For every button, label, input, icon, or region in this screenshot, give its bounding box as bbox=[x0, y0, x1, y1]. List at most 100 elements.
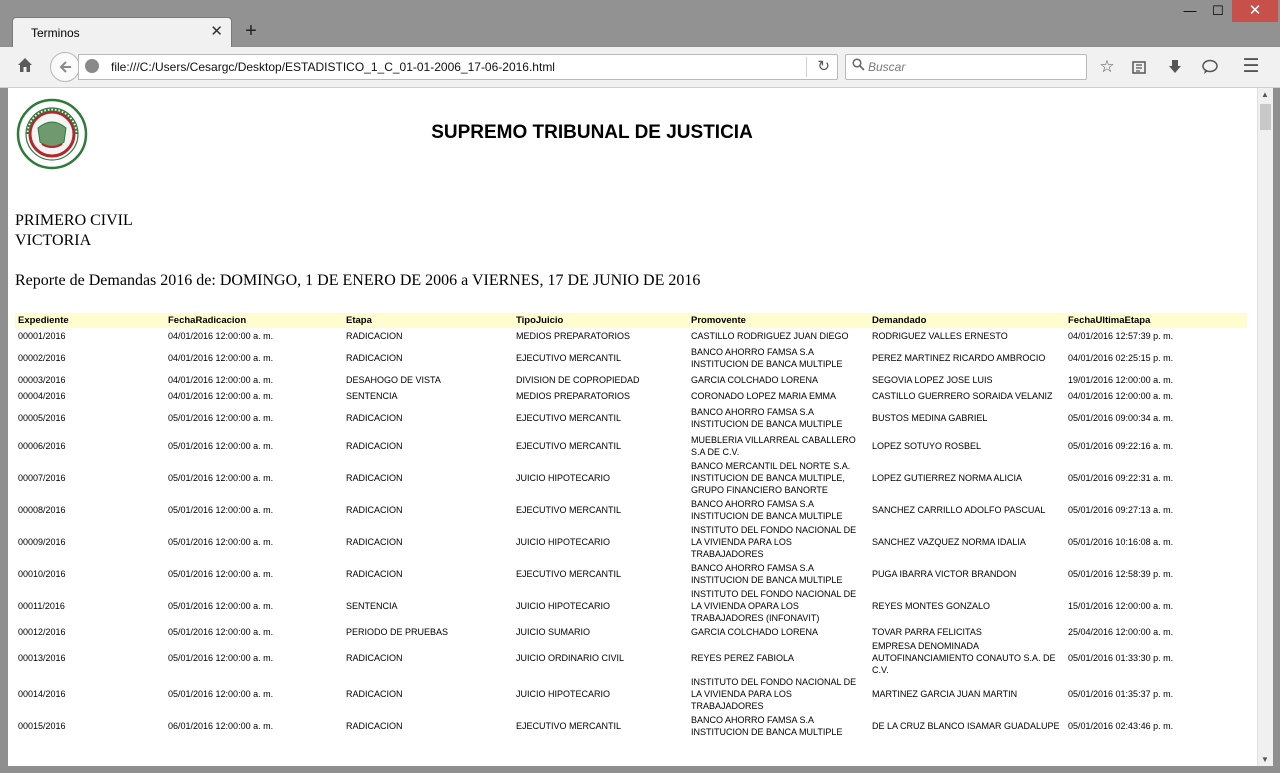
table-cell: 05/01/2016 12:00:00 a. m. bbox=[168, 653, 274, 663]
reload-icon[interactable]: ↻ bbox=[817, 57, 830, 75]
table-cell: CASTILLO RODRIGUEZ JUAN DIEGO bbox=[691, 331, 849, 341]
table-cell: RADICACION bbox=[346, 537, 403, 547]
court-name: PRIMERO CIVIL bbox=[15, 212, 133, 229]
tab-close-icon[interactable]: ✕ bbox=[210, 23, 223, 41]
table-cell: 00010/2016 bbox=[18, 569, 66, 579]
table-cell: DESAHOGO DE VISTA bbox=[346, 375, 441, 385]
column-header-expediente: Expediente bbox=[15, 313, 165, 328]
table-cell: MEDIOS PREPARATORIOS bbox=[516, 331, 631, 341]
table-row: 00008/2016 05/01/2016 12:00:00 a. m. RADIC… bbox=[15, 496, 1247, 524]
column-header-etapa: Etapa bbox=[343, 313, 513, 328]
scroll-up-icon[interactable]: ▲ bbox=[1261, 90, 1269, 99]
table-cell: BUSTOS MEDINA GABRIEL bbox=[872, 413, 988, 423]
page-content: SUPREMO TRIBUNAL DE JUSTICIA PRIMERO CIV… bbox=[8, 88, 1257, 766]
table-row: 00009/2016 05/01/2016 12:00:00 a. m. RADIC… bbox=[15, 524, 1247, 560]
table-cell: RADICACION bbox=[346, 331, 403, 341]
table-cell: PEREZ MARTINEZ RICARDO AMBROCIO bbox=[872, 353, 1046, 363]
table-cell: BANCO AHORRO FAMSA S.A INSTITUCION DE BA… bbox=[691, 715, 843, 737]
table-cell: 05/01/2016 12:00:00 a. m. bbox=[168, 441, 274, 451]
table-cell: INSTITUTO DEL FONDO NACIONAL DE LA VIVIE… bbox=[691, 677, 857, 711]
chat-icon[interactable] bbox=[1199, 56, 1221, 78]
vertical-scrollbar[interactable]: ▲ ▼ bbox=[1257, 88, 1273, 766]
table-cell: 05/01/2016 12:00:00 a. m. bbox=[168, 569, 274, 579]
table-row: 00001/2016 04/01/2016 12:00:00 a. m. RADIC… bbox=[15, 328, 1247, 344]
table-cell: JUICIO SUMARIO bbox=[516, 627, 591, 637]
table-cell: LOPEZ GUTIERREZ NORMA ALICIA bbox=[872, 473, 1023, 483]
table-cell: BANCO MERCANTIL DEL NORTE S.A. INSTITUCI… bbox=[691, 461, 851, 495]
table-cell: 05/01/2016 12:00:00 a. m. bbox=[168, 689, 274, 699]
table-cell: EJECUTIVO MERCANTIL bbox=[516, 505, 622, 515]
back-arrow-icon[interactable] bbox=[50, 52, 80, 82]
url-text[interactable]: file:///C:/Users/Cesargc/Desktop/ESTADIS… bbox=[111, 60, 555, 74]
new-tab-button[interactable]: + bbox=[242, 20, 260, 42]
table-cell: 00012/2016 bbox=[18, 627, 66, 637]
table-cell: RADICACION bbox=[346, 505, 403, 515]
table-cell: 04/01/2016 12:00:00 a. m. bbox=[168, 391, 274, 401]
table-cell: 05/01/2016 01:33:30 p. m. bbox=[1068, 653, 1174, 663]
table-cell: RADICACION bbox=[346, 689, 403, 699]
minimize-button[interactable]: — bbox=[1176, 0, 1204, 22]
scroll-thumb[interactable] bbox=[1260, 104, 1271, 130]
table-cell: 04/01/2016 02:25:15 p. m. bbox=[1068, 353, 1174, 363]
table-cell: INSTITUTO DEL FONDO NACIONAL DE LA VIVIE… bbox=[691, 525, 857, 559]
table-cell: BANCO AHORRO FAMSA S.A INSTITUCION DE BA… bbox=[691, 563, 843, 585]
table-cell: 00008/2016 bbox=[18, 505, 66, 515]
table-cell: RADICACION bbox=[346, 653, 403, 663]
court-city: VICTORIA bbox=[15, 232, 92, 249]
search-input[interactable] bbox=[868, 58, 1078, 76]
table-cell: 05/01/2016 09:22:31 a. m. bbox=[1068, 473, 1174, 483]
maximize-button[interactable]: ☐ bbox=[1204, 0, 1232, 22]
table-cell: REYES MONTES GONZALO bbox=[872, 601, 991, 611]
table-cell: EJECUTIVO MERCANTIL bbox=[516, 569, 622, 579]
table-cell: 05/01/2016 12:00:00 a. m. bbox=[168, 413, 274, 423]
scroll-down-icon[interactable]: ▼ bbox=[1261, 755, 1269, 764]
url-bar[interactable]: file:///C:/Users/Cesargc/Desktop/ESTADIS… bbox=[78, 54, 838, 80]
table-cell: PUGA IBARRA VICTOR BRANDON bbox=[872, 569, 1017, 579]
reading-list-icon[interactable] bbox=[1128, 56, 1150, 78]
table-cell: BANCO AHORRO FAMSA S.A INSTITUCION DE BA… bbox=[691, 347, 843, 369]
table-cell: MEDIOS PREPARATORIOS bbox=[516, 391, 631, 401]
table-cell: 15/01/2016 12:00:00 a. m. bbox=[1068, 601, 1174, 611]
table-row: 00004/2016 04/01/2016 12:00:00 a. m. SENTE… bbox=[15, 388, 1247, 404]
download-icon[interactable] bbox=[1164, 56, 1186, 78]
home-icon[interactable] bbox=[14, 56, 36, 78]
report-range: Reporte de Demandas 2016 de: DOMINGO, 1 … bbox=[15, 272, 701, 289]
table-cell: SANCHEZ CARRILLO ADOLFO PASCUAL bbox=[872, 505, 1046, 515]
tab-terminos[interactable]: Terminos ✕ bbox=[12, 17, 232, 48]
navigation-toolbar: file:///C:/Users/Cesargc/Desktop/ESTADIS… bbox=[0, 47, 1280, 88]
table-cell: SEGOVIA LOPEZ JOSE LUIS bbox=[872, 375, 993, 385]
page-title: SUPREMO TRIBUNAL DE JUSTICIA bbox=[431, 122, 753, 143]
search-icon bbox=[852, 58, 865, 74]
table-cell: RADICACION bbox=[346, 569, 403, 579]
table-cell: 00004/2016 bbox=[18, 391, 66, 401]
url-divider bbox=[806, 57, 807, 77]
table-cell: EJECUTIVO MERCANTIL bbox=[516, 721, 622, 731]
column-header-tipojuicio: TipoJuicio bbox=[513, 313, 688, 328]
tab-title: Terminos bbox=[31, 26, 80, 40]
table-cell: BANCO AHORRO FAMSA S.A INSTITUCION DE BA… bbox=[691, 499, 843, 521]
table-row: 00013/2016 05/01/2016 12:00:00 a. m. RADIC… bbox=[15, 640, 1247, 676]
table-cell: 00009/2016 bbox=[18, 537, 66, 547]
close-window-button[interactable]: ✕ bbox=[1232, 0, 1278, 22]
table-cell: 00013/2016 bbox=[18, 653, 66, 663]
table-cell: PERIODO DE PRUEBAS bbox=[346, 627, 449, 637]
table-cell: 05/01/2016 12:58:39 p. m. bbox=[1068, 569, 1174, 579]
table-row: 00007/2016 05/01/2016 12:00:00 a. m. RADIC… bbox=[15, 460, 1247, 496]
table-cell: 05/01/2016 12:00:00 a. m. bbox=[168, 473, 274, 483]
table-cell: EJECUTIVO MERCANTIL bbox=[516, 441, 622, 451]
table-row: 00002/2016 04/01/2016 12:00:00 a. m. RADIC… bbox=[15, 344, 1247, 372]
table-cell: RADICACION bbox=[346, 473, 403, 483]
table-cell: JUICIO HIPOTECARIO bbox=[516, 689, 611, 699]
table-row: 00006/2016 05/01/2016 12:00:00 a. m. RADIC… bbox=[15, 432, 1247, 460]
column-header-fechaultimaetapa: FechaUltimaEtapa bbox=[1065, 313, 1247, 328]
table-cell: EJECUTIVO MERCANTIL bbox=[516, 413, 622, 423]
table-cell: JUICIO HIPOTECARIO bbox=[516, 601, 611, 611]
table-cell: 00005/2016 bbox=[18, 413, 66, 423]
hamburger-menu-icon[interactable]: ☰ bbox=[1240, 56, 1262, 78]
table-cell: MUEBLERIA VILLARREAL CABALLERO S.A DE C.… bbox=[691, 435, 856, 457]
demandas-table: Expediente FechaRadicacion Etapa TipoJuicio… bbox=[15, 313, 1247, 740]
table-cell: RADICACION bbox=[346, 441, 403, 451]
search-box[interactable] bbox=[845, 54, 1087, 80]
bookmark-star-icon[interactable]: ☆ bbox=[1096, 56, 1118, 78]
table-cell: BANCO AHORRO FAMSA S.A INSTITUCION DE BA… bbox=[691, 407, 843, 429]
